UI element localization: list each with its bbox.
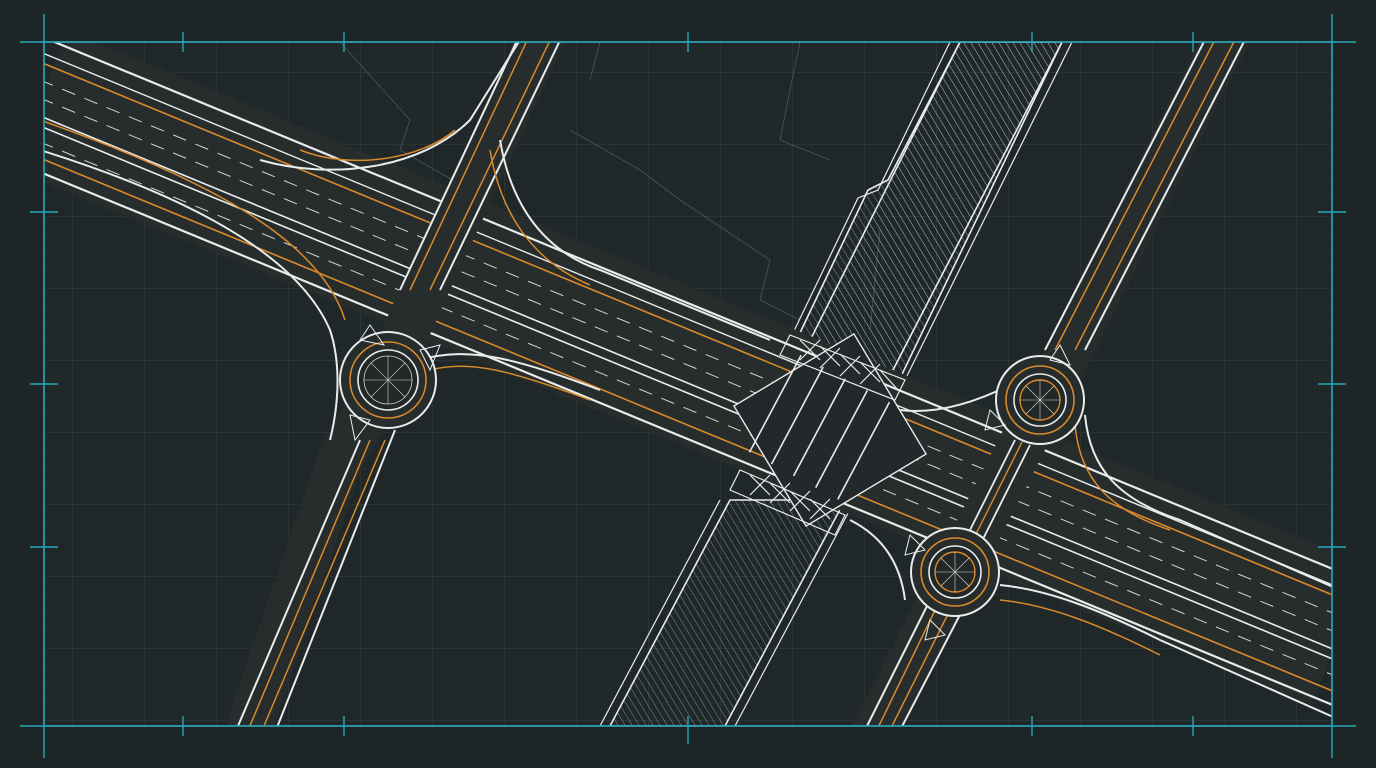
interchange-plan [20, 14, 1356, 758]
cad-drawing-canvas [0, 0, 1376, 768]
